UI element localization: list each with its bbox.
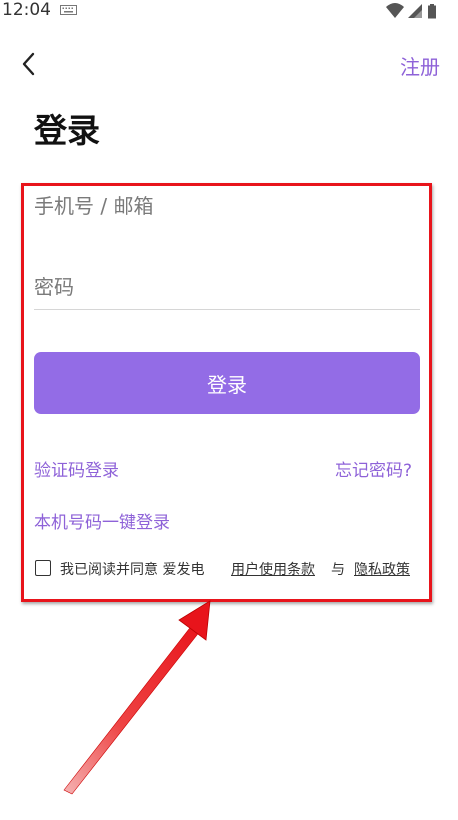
account-input[interactable] [34, 190, 420, 222]
status-icons [386, 3, 436, 19]
battery-icon [428, 4, 436, 19]
forgot-password-link[interactable]: 忘记密码? [335, 456, 412, 481]
terms-link[interactable]: 用户使用条款 [231, 559, 315, 579]
page-title: 登录 [34, 111, 100, 150]
sms-login-link[interactable]: 验证码登录 [34, 456, 119, 481]
arrow-icon [63, 600, 211, 795]
password-underline [34, 309, 420, 310]
status-bar: 12:04 [0, 0, 458, 22]
login-screen: 12:04 注册 登录 登录 验证码登 [0, 0, 458, 820]
chevron-left-icon [22, 52, 35, 76]
password-input[interactable] [34, 270, 420, 304]
agreement-text: 我已阅读并同意 爱发电 [60, 562, 205, 578]
agreement-and: 与 [331, 562, 345, 578]
status-time: 12:04 [2, 0, 51, 20]
back-button[interactable] [14, 48, 46, 80]
privacy-link[interactable]: 隐私政策 [354, 559, 410, 579]
agreement-row: 我已阅读并同意 爱发电 用户使用条款 与 隐私政策 [35, 559, 425, 581]
wifi-icon [386, 3, 404, 18]
keyboard-icon [60, 5, 77, 15]
register-link[interactable]: 注册 [400, 51, 440, 80]
onekey-login-link[interactable]: 本机号码一键登录 [34, 508, 170, 533]
login-button[interactable]: 登录 [34, 352, 420, 414]
agreement-checkbox[interactable] [35, 560, 51, 576]
